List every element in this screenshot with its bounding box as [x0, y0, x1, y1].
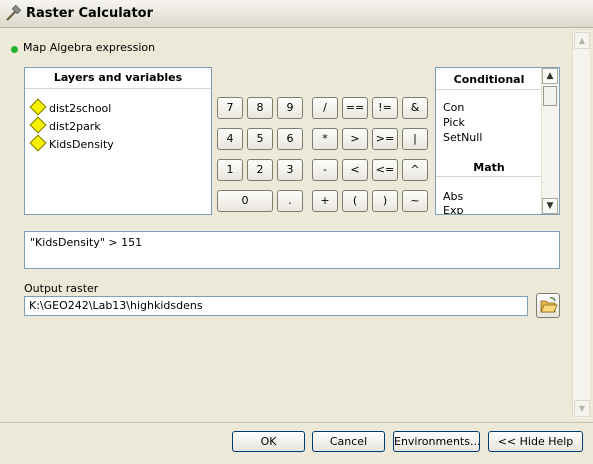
raster-layer-icon	[29, 134, 47, 152]
layers-header: Layers and variables	[25, 68, 211, 89]
calc-button-decimal[interactable]: .	[277, 190, 303, 212]
function-item-setnull[interactable]: SetNull	[443, 131, 482, 144]
calc-button-multiply[interactable]: *	[312, 128, 338, 150]
calc-button-4[interactable]: 4	[217, 128, 243, 150]
expression-section-title: Map Algebra expression	[23, 41, 156, 54]
calc-button-close-paren[interactable]: )	[372, 190, 398, 212]
layer-label: KidsDensity	[49, 138, 114, 151]
function-item-abs[interactable]: Abs	[443, 190, 463, 203]
calc-button-9[interactable]: 9	[277, 97, 303, 119]
layer-item-dist2park[interactable]: dist2park	[29, 116, 101, 135]
dialog-scrollbar[interactable]: ▲ ▼	[572, 31, 590, 418]
calc-button-divide[interactable]: /	[312, 97, 338, 119]
title-bar[interactable]: Raster Calculator	[0, 0, 593, 28]
layer-item-dist2school[interactable]: dist2school	[29, 98, 112, 117]
calc-button-8[interactable]: 8	[247, 97, 273, 119]
calc-button-5[interactable]: 5	[247, 128, 273, 150]
functions-scrollbar[interactable]: ▲ ▼	[541, 68, 559, 214]
layers-list[interactable]: Layers and variables dist2school dist2pa…	[24, 67, 212, 215]
calc-button-minus[interactable]: -	[312, 159, 338, 181]
scroll-thumb[interactable]	[543, 86, 557, 106]
function-group-math: Math	[473, 161, 505, 174]
environments-button[interactable]: Environments...	[393, 431, 480, 452]
calc-button-7[interactable]: 7	[217, 97, 243, 119]
calc-button-2[interactable]: 2	[247, 159, 273, 181]
calc-button-not-equal[interactable]: !=	[372, 97, 398, 119]
calc-button-greater[interactable]: >	[342, 128, 368, 150]
calc-button-less[interactable]: <	[342, 159, 368, 181]
function-item-con[interactable]: Con	[443, 101, 464, 114]
hammer-icon	[6, 5, 22, 21]
raster-layer-icon	[29, 98, 47, 116]
calc-button-equal[interactable]: ==	[342, 97, 368, 119]
calc-button-greater-equal[interactable]: >=	[372, 128, 398, 150]
expression-input[interactable]: "KidsDensity" > 151	[24, 231, 560, 269]
calc-button-or[interactable]: |	[402, 128, 428, 150]
required-indicator-icon	[11, 46, 18, 53]
layer-label: dist2park	[49, 120, 101, 133]
calc-button-6[interactable]: 6	[277, 128, 303, 150]
hide-help-button[interactable]: << Hide Help	[488, 431, 583, 452]
scroll-up-icon[interactable]: ▲	[542, 68, 558, 84]
layer-item-kidsdensity[interactable]: KidsDensity	[29, 134, 114, 153]
scroll-down-icon[interactable]: ▼	[542, 198, 558, 214]
calc-button-not[interactable]: ~	[402, 190, 428, 212]
layer-label: dist2school	[49, 102, 112, 115]
scroll-down-icon[interactable]: ▼	[574, 400, 590, 417]
calc-button-less-equal[interactable]: <=	[372, 159, 398, 181]
output-raster-input[interactable]: K:\GEO242\Lab13\highkidsdens	[24, 296, 528, 316]
ok-button[interactable]: OK	[232, 431, 305, 452]
calc-button-1[interactable]: 1	[217, 159, 243, 181]
cancel-button[interactable]: Cancel	[312, 431, 385, 452]
calc-button-0[interactable]: 0	[217, 190, 273, 212]
function-group-conditional: Conditional	[453, 73, 525, 86]
function-item-pick[interactable]: Pick	[443, 116, 465, 129]
expression-text: "KidsDensity" > 151	[30, 236, 143, 249]
calc-button-and[interactable]: &	[402, 97, 428, 119]
calc-button-xor[interactable]: ^	[402, 159, 428, 181]
browse-button[interactable]	[536, 293, 560, 318]
raster-layer-icon	[29, 116, 47, 134]
scroll-up-icon[interactable]: ▲	[574, 32, 590, 49]
output-raster-label: Output raster	[24, 282, 99, 295]
calc-button-3[interactable]: 3	[277, 159, 303, 181]
calc-button-open-paren[interactable]: (	[342, 190, 368, 212]
folder-open-icon	[540, 297, 558, 313]
window-title: Raster Calculator	[26, 6, 154, 21]
function-item-exp[interactable]: Exp	[443, 204, 463, 214]
calc-button-plus[interactable]: +	[312, 190, 338, 212]
functions-list[interactable]: Conditional Con Pick SetNull Math Abs Ex…	[435, 67, 560, 215]
